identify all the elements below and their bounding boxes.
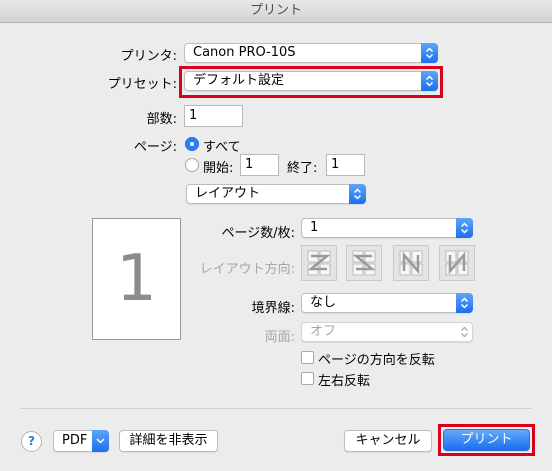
- section-value: レイアウト: [195, 186, 261, 201]
- help-button[interactable]: ?: [21, 431, 42, 452]
- flip-horizontal-checkbox[interactable]: [301, 372, 314, 385]
- border-label: 境界線:: [251, 301, 295, 316]
- chevron-updown-icon: [456, 322, 473, 342]
- layout-direction-label: レイアウト方向:: [199, 262, 295, 277]
- pages-range-radio[interactable]: [185, 158, 199, 172]
- reverse-orientation-label: ページの方向を反転: [318, 353, 435, 368]
- two-sided-value: オフ: [310, 324, 337, 339]
- pages-from-input[interactable]: 1: [240, 154, 279, 176]
- page-preview: 1: [92, 218, 181, 340]
- hide-details-button[interactable]: 詳細を非表示: [119, 430, 218, 452]
- printer-value: Canon PRO-10S: [193, 45, 296, 60]
- flip-horizontal-label: 左右反転: [318, 374, 371, 389]
- section-select[interactable]: レイアウト: [186, 184, 366, 204]
- reverse-orientation-checkbox[interactable]: [301, 351, 314, 364]
- printer-select[interactable]: Canon PRO-10S: [184, 43, 438, 63]
- pages-to-label: 終了:: [287, 161, 318, 176]
- direction-n-icon: [445, 250, 469, 276]
- direction-z-button[interactable]: [301, 245, 337, 281]
- pages-label: ページ:: [133, 140, 177, 155]
- direction-s-icon: [352, 250, 376, 276]
- window-title: プリント: [249, 3, 302, 18]
- pdf-menu-button[interactable]: PDF: [53, 430, 109, 452]
- pages-per-sheet-select[interactable]: 1: [301, 218, 473, 238]
- direction-z-icon: [307, 250, 331, 276]
- copies-input[interactable]: 1: [184, 105, 243, 127]
- preset-label: プリセット:: [107, 77, 177, 92]
- pages-to-input[interactable]: 1: [326, 154, 365, 176]
- preset-value: デフォルト設定: [193, 73, 285, 88]
- chevron-down-icon: [92, 430, 109, 452]
- cancel-button[interactable]: キャンセル: [344, 430, 432, 452]
- pdf-label: PDF: [62, 433, 88, 448]
- direction-n-reverse-button[interactable]: [393, 245, 429, 281]
- two-sided-select[interactable]: オフ: [301, 322, 473, 342]
- pages-all-radio[interactable]: [185, 137, 199, 151]
- copies-label: 部数:: [146, 112, 177, 127]
- pages-per-sheet-value: 1: [310, 220, 319, 235]
- preview-page-number: 1: [116, 242, 157, 316]
- direction-s-button[interactable]: [346, 245, 382, 281]
- printer-label: プリンタ:: [120, 49, 177, 64]
- border-value: なし: [310, 295, 337, 310]
- footer-divider: [20, 408, 532, 409]
- print-button[interactable]: プリント: [443, 429, 530, 451]
- chevron-updown-icon: [349, 184, 366, 204]
- window-title-bar: プリント: [0, 0, 552, 23]
- two-sided-label: 両面:: [264, 330, 295, 345]
- chevron-updown-icon: [421, 71, 438, 91]
- direction-n-button[interactable]: [439, 245, 475, 281]
- chevron-updown-icon: [456, 218, 473, 238]
- direction-n-reverse-icon: [399, 250, 423, 276]
- chevron-updown-icon: [456, 293, 473, 313]
- pages-all-label: すべて: [203, 140, 241, 155]
- preset-select[interactable]: デフォルト設定: [184, 71, 438, 91]
- pages-from-label: 開始:: [203, 161, 234, 176]
- chevron-updown-icon: [421, 43, 438, 63]
- border-select[interactable]: なし: [301, 293, 473, 313]
- pages-per-sheet-label: ページ数/枚:: [221, 226, 296, 241]
